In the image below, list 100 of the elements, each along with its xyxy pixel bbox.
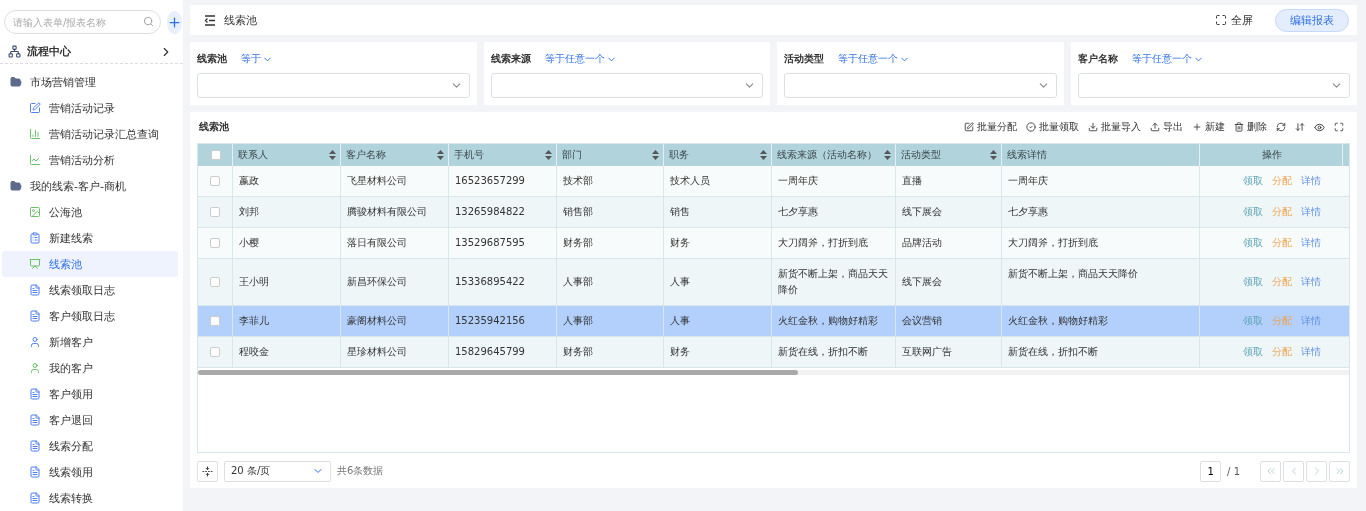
table-cell: 飞星材料公司 [341, 166, 449, 196]
table-row[interactable]: 王小明 新昌环保公司 15336895422 人事部 人事 新货不断上架，商品天天降价 线下展会 新货不断上架，商品天天降价 领取 分配 详情 [198, 259, 1349, 306]
sidebar-item-icon [29, 492, 41, 504]
add-button[interactable] [167, 10, 182, 34]
sidebar-item[interactable]: 线索领用 [2, 459, 178, 485]
table-row[interactable]: 程咬金 星珍材料公司 15829645799 财务部 财务 新货在线，折扣不断 互联网广告 新货在线，折扣不断 领取 分配 详情 [198, 337, 1349, 368]
last-page-button[interactable] [1329, 460, 1350, 482]
sidebar-group[interactable]: 我的线索-客户-商机 [0, 173, 183, 199]
sort-icon[interactable] [884, 150, 891, 160]
table-cell: 15235942156 [449, 306, 557, 336]
sort-icon[interactable] [990, 150, 997, 160]
page-size-select[interactable]: 20 条/页 [224, 460, 331, 482]
sidebar-item[interactable]: 营销活动记录汇总查询 [2, 121, 178, 147]
column-header[interactable]: 部门 [562, 148, 582, 162]
collapse-menu-icon[interactable] [204, 14, 216, 26]
sidebar-item[interactable]: 线索分配 [2, 433, 178, 459]
filter-select[interactable] [784, 73, 1057, 98]
table-row[interactable]: 李菲儿 豪阁材料公司 15235942156 人事部 人事 火红金秋，购物好精彩 会议营销 火红金秋，购物好精彩 领取 分配 详情 [198, 306, 1349, 337]
column-header[interactable]: 联系人 [238, 148, 268, 162]
sidebar-item[interactable]: 线索转换 [2, 485, 178, 511]
table-title: 线索池 [198, 120, 230, 134]
scrollbar-thumb[interactable] [198, 370, 798, 375]
table-cell: 程咬金 [233, 337, 341, 367]
sidebar-item[interactable]: 新建线索 [2, 225, 178, 251]
check-icon [1026, 122, 1036, 132]
view-button[interactable] [1314, 121, 1325, 133]
column-header[interactable]: 活动类型 [901, 148, 941, 162]
column-header[interactable]: 客户名称 [346, 148, 386, 162]
table-cell: 15829645799 [449, 337, 557, 367]
page-input[interactable]: 1 [1200, 460, 1222, 482]
first-page-button[interactable] [1260, 460, 1281, 482]
row-checkbox[interactable] [210, 316, 220, 326]
sort-icon[interactable] [545, 150, 552, 160]
sidebar-item-icon [29, 258, 41, 270]
table-cell: 大刀阔斧，打折到底 [772, 228, 896, 258]
sort-icon[interactable] [437, 150, 444, 160]
table-cell: 刘邦 [233, 197, 341, 227]
total-count: 共6条数据 [337, 464, 385, 478]
sidebar-item[interactable]: 营销活动记录 [2, 95, 178, 121]
sidebar-item[interactable]: 客户领取日志 [2, 303, 178, 329]
sitemap-icon [8, 45, 21, 58]
table-cell: 李菲儿 [233, 306, 341, 336]
sidebar-item-icon [29, 232, 41, 244]
sidebar-item[interactable]: 客户领用 [2, 381, 178, 407]
sidebar-item[interactable]: 线索池 [2, 251, 178, 277]
flow-center-item[interactable]: 流程中心 [0, 40, 183, 64]
filter-select[interactable] [490, 73, 763, 98]
row-checkbox[interactable] [210, 207, 220, 217]
plus-icon [167, 14, 182, 30]
sidebar-group[interactable]: 市场营销管理 [0, 69, 183, 95]
table-cell: 会议营销 [896, 306, 1002, 336]
column-header[interactable]: 手机号 [454, 148, 484, 162]
fullscreen-button[interactable]: 全屏 [1215, 12, 1253, 28]
sort-icon[interactable] [652, 150, 659, 160]
row-checkbox[interactable] [210, 176, 220, 186]
filter-select[interactable] [1077, 73, 1350, 98]
column-header[interactable]: 线索来源（活动名称） [777, 148, 877, 162]
operator-dropdown[interactable]: 等于任意一个 [838, 52, 910, 66]
previous-page-button[interactable] [1283, 460, 1304, 482]
toolbar-button[interactable]: 批量分配 [964, 120, 1017, 134]
table-row[interactable]: 刘邦 腾骏材料有限公司 13265984822 销售部 销售 七夕享惠 线下展会 七夕享惠 领取 分配 详情 [198, 197, 1349, 228]
operator-dropdown[interactable]: 等于任意一个 [544, 52, 617, 66]
search-field[interactable]: 请输入表单/报表名称 [4, 10, 161, 34]
density-button[interactable] [197, 460, 218, 482]
toolbar-button[interactable]: 删除 [1234, 120, 1267, 134]
search-icon[interactable] [143, 16, 154, 27]
table-cell: 13529687595 [449, 228, 557, 258]
sidebar-item[interactable]: 营销活动分析 [2, 147, 178, 173]
table-cell: 小樱 [233, 228, 341, 258]
delete-icon [1234, 122, 1244, 132]
table-cell: 财务 [664, 337, 772, 367]
select-all-checkbox[interactable] [210, 150, 221, 160]
sidebar-item[interactable]: 新增客户 [2, 329, 178, 355]
table-row[interactable]: 嬴政 飞星材料公司 16523657299 技术部 技术人员 一周年庆 直播 一周年庆 领取 分配 详情 [198, 166, 1349, 197]
sort-icon[interactable] [760, 150, 767, 160]
next-page-button[interactable] [1306, 460, 1327, 482]
sidebar-item[interactable]: 我的客户 [2, 355, 178, 381]
row-checkbox[interactable] [210, 277, 220, 287]
toolbar-button[interactable]: 批量领取 [1026, 120, 1079, 134]
operator-dropdown[interactable]: 等于任意一个 [1131, 52, 1204, 66]
edit-report-button[interactable]: 编辑报表 [1275, 8, 1349, 32]
sort-icon[interactable] [329, 150, 336, 160]
filter-select[interactable] [197, 73, 470, 98]
table-row[interactable]: 小樱 落日有限公司 13529687595 财务部 财务 大刀阔斧，打折到底 品牌活动 大刀阔斧，打折到底 领取 分配 详情 [198, 228, 1349, 259]
toolbar-button[interactable]: 新建 [1192, 120, 1225, 134]
table-cell: 人事 [664, 259, 772, 305]
sidebar-item[interactable]: 线索领取日志 [2, 277, 178, 303]
sort-order-button[interactable] [1295, 122, 1305, 132]
sidebar-item[interactable]: 公海池 [2, 199, 178, 225]
toolbar-button[interactable]: 导出 [1150, 120, 1183, 134]
table-cell: 腾骏材料有限公司 [341, 197, 449, 227]
row-checkbox[interactable] [210, 347, 220, 357]
toolbar-button[interactable]: 批量导入 [1088, 120, 1141, 134]
table-cell: 人事 [664, 306, 772, 336]
sidebar-item[interactable]: 客户退回 [2, 407, 178, 433]
column-header[interactable]: 职务 [669, 148, 689, 162]
refresh-button[interactable] [1276, 122, 1286, 132]
operator-dropdown[interactable]: 等于 [241, 52, 273, 66]
row-checkbox[interactable] [210, 238, 220, 248]
fullscreen-button[interactable] [1334, 122, 1344, 132]
